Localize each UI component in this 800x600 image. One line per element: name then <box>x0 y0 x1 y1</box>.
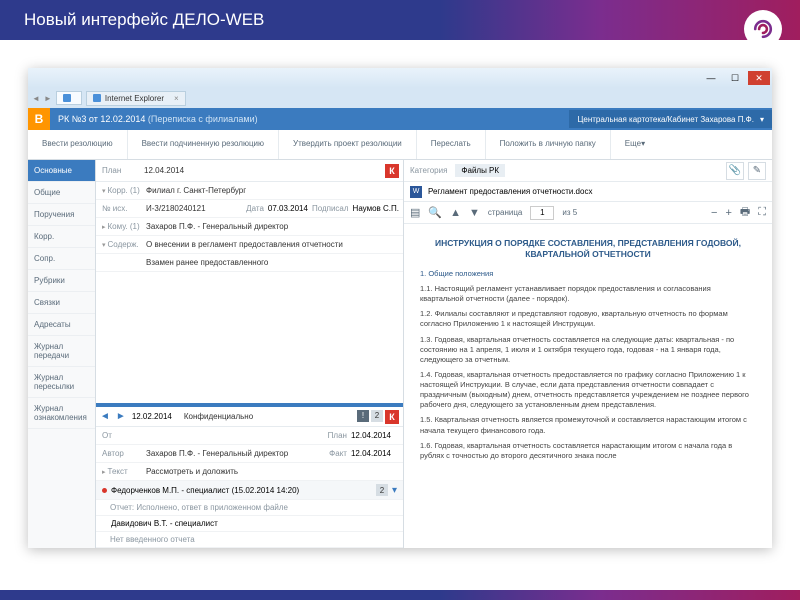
chevron-down-icon: ▾ <box>760 115 764 124</box>
field-value: Рассмотреть и доложить <box>144 464 403 479</box>
sidebar-item[interactable]: Общие <box>28 182 95 204</box>
sidebar-item[interactable]: Журнал ознакомления <box>28 398 95 429</box>
file-name[interactable]: Регламент предоставления отчетности.docx <box>428 187 592 196</box>
doc-paragraph: 1.1. Настоящий регламент устанавливает п… <box>420 284 756 304</box>
field-value: Захаров П.Ф. - Генеральный директор <box>144 219 403 234</box>
sidebar-item[interactable]: Корр. <box>28 226 95 248</box>
field-label: ▾Корр. (1) <box>96 186 144 195</box>
doc-paragraph: 1.6. Годовая, квартальная отчетность сос… <box>420 441 756 461</box>
doc-paragraph: 1.3. Годовая, квартальная отчетность сос… <box>420 335 756 365</box>
fullscreen-icon[interactable]: ⛶ <box>758 206 766 219</box>
minimize-button[interactable]: — <box>700 71 722 85</box>
forward-button[interactable]: Переслать <box>417 130 486 159</box>
info-badge[interactable]: ! <box>357 410 369 422</box>
field-value: Филиал г. Санкт-Петербург <box>144 183 403 198</box>
attach-icon[interactable]: 📎 <box>726 162 744 180</box>
field-label: Автор <box>96 449 144 458</box>
status-dot-icon <box>102 488 107 493</box>
field-value: Захаров П.Ф. - Генеральный директор <box>144 446 325 461</box>
close-button[interactable]: ✕ <box>748 71 770 85</box>
print-icon[interactable]: 🖶 <box>740 203 750 222</box>
sidebar-item[interactable]: Сопр. <box>28 248 95 270</box>
prev-icon[interactable]: ◄ <box>100 411 110 422</box>
more-button[interactable]: Еще ▾ <box>611 130 659 159</box>
field-value: Взамен ранее предоставленного <box>144 255 403 270</box>
sidebar-item[interactable]: Поручения <box>28 204 95 226</box>
plan-label: План <box>96 166 144 175</box>
browser-tab[interactable]: Internet Explorer× <box>86 91 186 106</box>
sidebar-item[interactable]: Журнал пересылки <box>28 367 95 398</box>
next-icon[interactable]: ► <box>116 411 126 422</box>
back-icon[interactable]: ◄ <box>32 94 40 103</box>
page-total: из 5 <box>562 208 577 217</box>
company-logo <box>744 10 782 48</box>
field-label: ▾Содерж. <box>96 240 144 249</box>
sidebar-item[interactable]: Журнал передачи <box>28 336 95 367</box>
zoom-out-icon[interactable]: − <box>711 207 717 219</box>
page-input[interactable] <box>530 206 554 220</box>
resolution-button[interactable]: Ввести резолюцию <box>28 130 128 159</box>
forward-icon[interactable]: ► <box>44 94 52 103</box>
document-title: РК №3 от 12.02.2014 (Переписка с филиала… <box>50 114 569 124</box>
document-preview[interactable]: ИНСТРУКЦИЯ О ПОРЯДКЕ СОСТАВЛЕНИЯ, ПРЕДСТ… <box>404 224 772 548</box>
field-value: О внесении в регламент предоставления от… <box>144 237 403 252</box>
plan-value: 12.04.2014 <box>144 166 385 175</box>
page-down-icon[interactable]: ▼ <box>469 207 480 219</box>
field-label: От <box>96 431 144 440</box>
context-selector[interactable]: Центральная картотека/Кабинет Захарова П… <box>569 110 772 128</box>
executor-name: Давидович В.Т. - специалист <box>111 519 218 528</box>
field-label: Подписал <box>308 204 353 213</box>
slide-title: Новый интерфейс ДЕЛО-WEB <box>24 10 264 30</box>
confidential-label: Конфиденциально <box>184 412 253 421</box>
field-label: ▸Кому. (1) <box>96 222 144 231</box>
sidebar: Основные Общие Поручения Корр. Сопр. Руб… <box>28 160 96 548</box>
zoom-in-icon[interactable]: + <box>725 207 731 219</box>
category-value[interactable]: Файлы РК <box>455 164 505 177</box>
expand-icon[interactable]: ▾ <box>392 485 397 496</box>
sidebar-item[interactable]: Рубрики <box>28 270 95 292</box>
browser-tab[interactable] <box>56 91 82 105</box>
ie-icon <box>93 94 101 102</box>
doc-paragraph: 1.4. Годовая, квартальная отчетность пре… <box>420 370 756 411</box>
doc-paragraph: 1.2. Филиалы составляют и представляют г… <box>420 309 756 329</box>
count-badge: 2 <box>376 484 388 496</box>
k-badge: К <box>385 410 399 424</box>
app-logo: В <box>28 108 50 130</box>
sidebar-item[interactable]: Адресаты <box>28 314 95 336</box>
executor-name: Федорченков М.П. - специалист (15.02.201… <box>111 486 299 495</box>
field-value: И-3/2180240121 <box>144 201 242 216</box>
doc-section: 1. Общие положения <box>420 269 756 279</box>
edit-icon[interactable]: ✎ <box>748 162 766 180</box>
doc-paragraph: 1.5. Квартальная отчетность является про… <box>420 415 756 435</box>
sidebar-item[interactable]: Связки <box>28 292 95 314</box>
field-value: Наумов С.П. <box>353 204 403 213</box>
field-value: 07.03.2014 <box>268 204 308 213</box>
folder-button[interactable]: Положить в личную папку <box>486 130 611 159</box>
field-label: № исх. <box>96 204 144 213</box>
sub-resolution-button[interactable]: Ввести подчиненную резолюцию <box>128 130 279 159</box>
report-text: Нет введенного отчета <box>96 532 403 548</box>
resolution-date: 12.02.2014 <box>132 412 172 421</box>
search-icon[interactable]: 🔍 <box>428 206 442 219</box>
doc-heading: ИНСТРУКЦИЯ О ПОРЯДКЕ СОСТАВЛЕНИЯ, ПРЕДСТ… <box>420 238 756 261</box>
count-badge: 2 <box>371 410 383 422</box>
page-up-icon[interactable]: ▲ <box>450 207 461 219</box>
report-text: Отчет: Исполнено, ответ в приложенном фа… <box>96 500 403 516</box>
k-badge: К <box>385 164 399 178</box>
word-icon: W <box>410 186 422 198</box>
approve-button[interactable]: Утвердить проект резолюции <box>279 130 417 159</box>
category-label: Категория <box>410 166 447 175</box>
maximize-button[interactable]: ☐ <box>724 71 746 85</box>
sidebar-toggle-icon[interactable]: ▤ <box>410 206 420 219</box>
app-window: — ☐ ✕ ◄ ► Internet Explorer× В РК №3 от … <box>28 68 772 548</box>
field-label: ▸Текст <box>96 467 144 476</box>
page-label: страница <box>488 208 522 217</box>
field-label: Дата <box>242 204 268 213</box>
sidebar-item[interactable]: Основные <box>28 160 95 182</box>
